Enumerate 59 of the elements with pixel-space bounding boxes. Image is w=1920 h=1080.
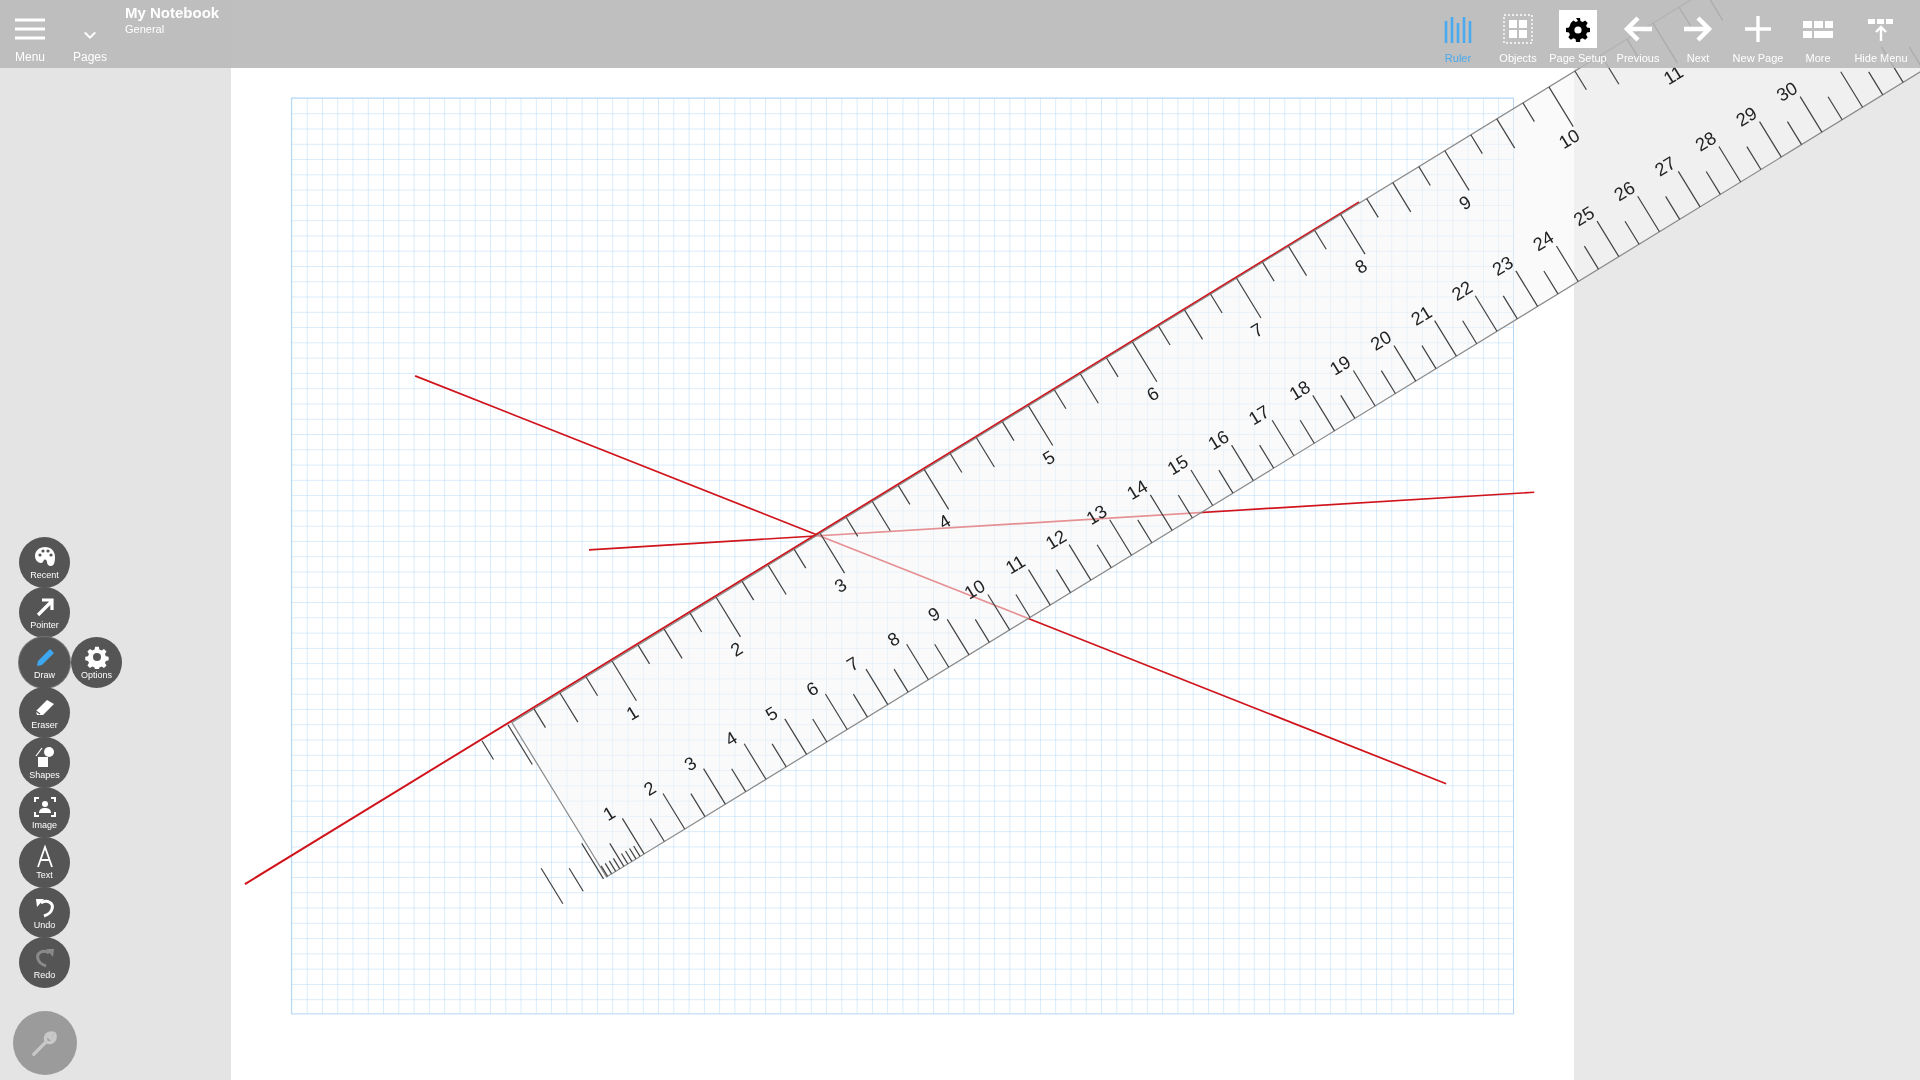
ruler-number: 7 [1247, 318, 1267, 342]
ruler-number: 6 [1142, 382, 1163, 406]
image-icon [32, 795, 57, 819]
ruler-number: 18 [1285, 375, 1314, 405]
section-name: General [125, 23, 166, 35]
notebook-title: My Notebook [125, 4, 220, 21]
wrench-icon [30, 1028, 60, 1058]
ruler-number: 9 [924, 602, 944, 626]
recent-icon [32, 545, 57, 569]
recent-tool-button[interactable]: Recent [19, 537, 70, 588]
ruler-number: 5 [1038, 446, 1059, 470]
text-tool-button[interactable]: Text [19, 837, 70, 888]
ruler-number: 20 [1366, 326, 1395, 355]
menu-icon [14, 16, 46, 42]
ruler-number: 4 [721, 726, 741, 751]
new-page-icon [1742, 13, 1774, 45]
ruler-number: 3 [680, 751, 701, 776]
ruler-number: 14 [1122, 475, 1152, 504]
ruler-number: 24 [1529, 226, 1558, 256]
settings-icon [84, 645, 109, 669]
ruler-number: 10 [960, 574, 989, 604]
ruler-number: 4 [934, 509, 955, 534]
ruler-number: 3 [830, 573, 851, 597]
ruler-number: 22 [1447, 276, 1477, 305]
ruler-number: 29 [1732, 102, 1761, 131]
shapes-tool-button[interactable]: Shapes [19, 737, 70, 788]
ruler-number: 25 [1569, 201, 1598, 231]
ruler-number: 30 [1772, 77, 1802, 106]
ruler-number: 21 [1407, 301, 1436, 330]
ruler-number: 16 [1204, 425, 1233, 455]
ruler-number: 5 [761, 702, 782, 726]
ruler-number: 10 [1554, 124, 1584, 153]
ruler-number: 8 [1351, 254, 1371, 278]
objects-icon [1502, 13, 1534, 45]
eraser-tool-button[interactable]: Eraser [19, 687, 70, 738]
ruler-number: 17 [1244, 400, 1274, 430]
ruler-number: 26 [1610, 176, 1639, 206]
ruler-number: 11 [1001, 550, 1029, 579]
ruler-number: 13 [1082, 500, 1111, 529]
ruler-number: 9 [1455, 190, 1475, 215]
ruler-number: 2 [639, 776, 660, 800]
undo-tool-button[interactable]: Undo [19, 887, 70, 938]
ruler-number: 2 [726, 637, 747, 661]
ruler-number: 1 [622, 701, 643, 725]
pointer-tool-button[interactable]: Pointer [19, 587, 70, 638]
ruler-number: 7 [842, 652, 863, 676]
ruler-number: 15 [1163, 450, 1192, 480]
ruler-number: 28 [1691, 126, 1720, 156]
chevron-down-icon [83, 30, 97, 40]
image-tool-button[interactable]: Image [19, 787, 70, 838]
ruler-number: 19 [1325, 350, 1355, 380]
ruler-number: 12 [1041, 525, 1071, 554]
options-button[interactable]: Options [71, 637, 122, 688]
ruler-number: 8 [883, 627, 904, 651]
ruler-number: 6 [802, 677, 822, 701]
ruler-number: 23 [1488, 251, 1517, 280]
ruler-number: 27 [1650, 151, 1680, 181]
ruler-number: 1 [599, 801, 619, 825]
draw-tool-button[interactable]: Draw [19, 637, 70, 688]
